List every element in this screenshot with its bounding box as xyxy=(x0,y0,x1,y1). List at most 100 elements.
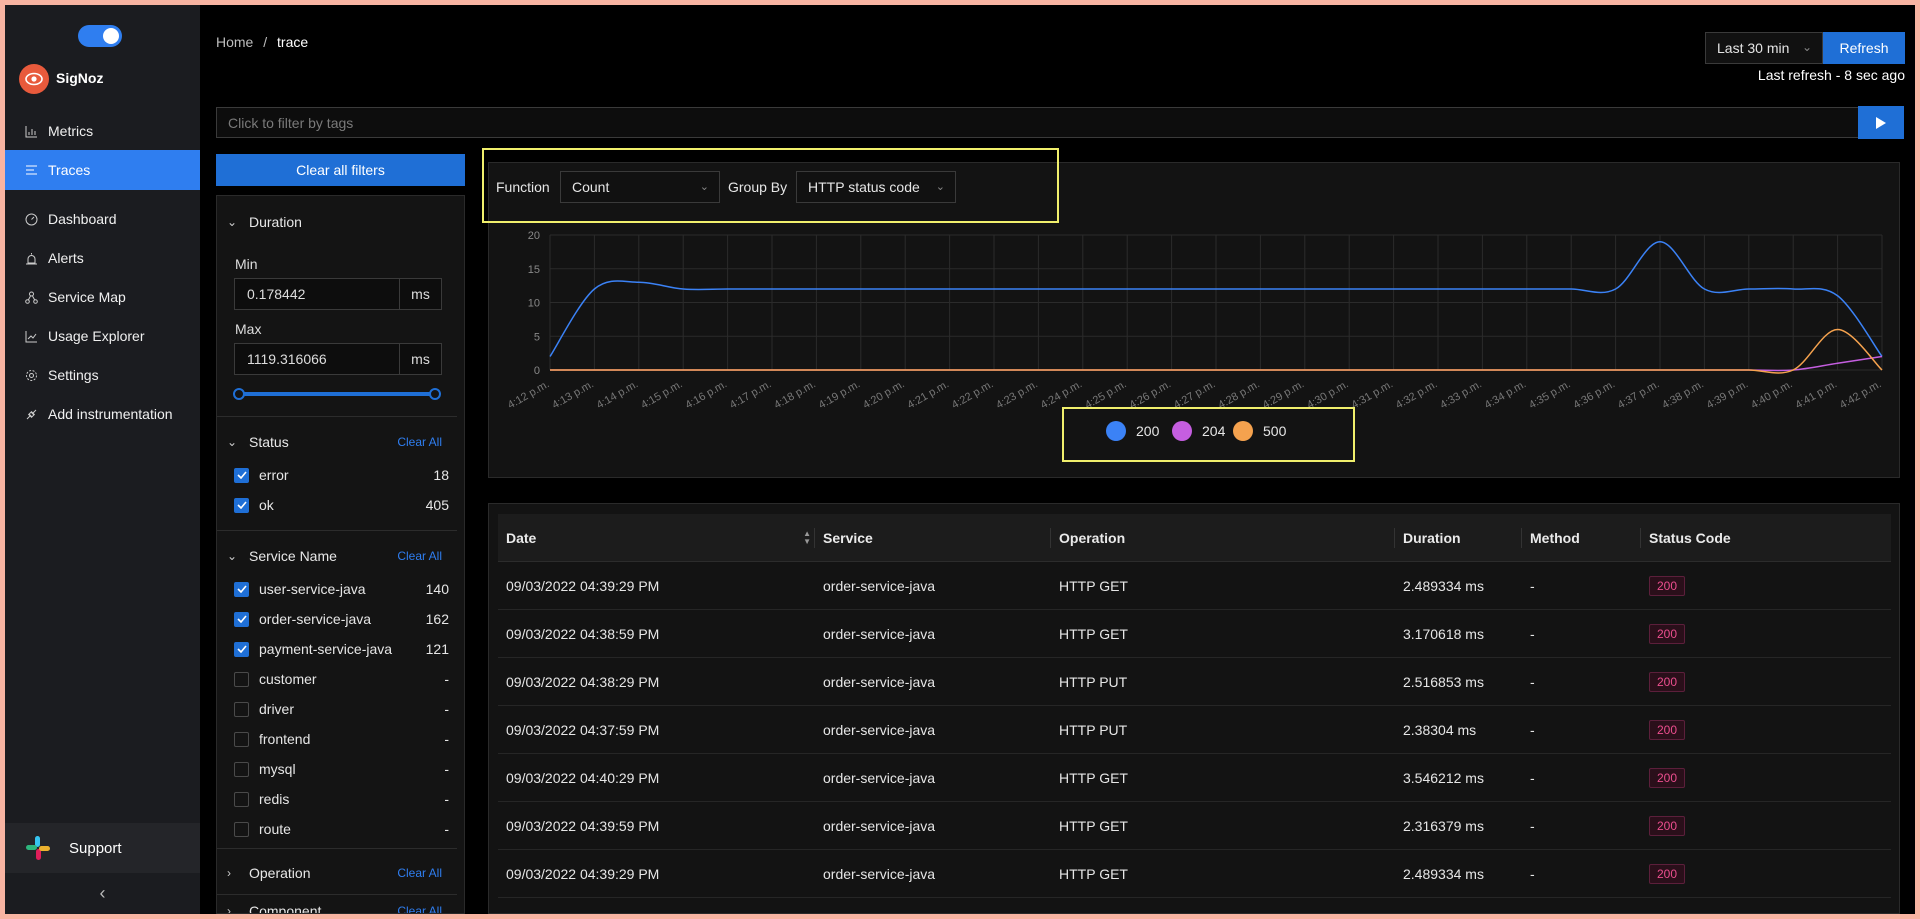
column-header-label: Method xyxy=(1530,530,1580,546)
cell-text: - xyxy=(1530,578,1535,594)
x-tick-label: 4:17 p.m. xyxy=(728,378,774,411)
column-header-label: Status Code xyxy=(1649,530,1731,546)
column-header-duration[interactable]: Duration xyxy=(1403,514,1461,562)
chevron-right-icon: › xyxy=(227,866,231,880)
table-row[interactable]: 09/03/2022 04:38:59 PM order-service-java… xyxy=(498,610,1891,658)
filter-option-count: - xyxy=(444,791,449,807)
checkbox[interactable] xyxy=(234,581,249,597)
alarm-icon xyxy=(24,251,38,265)
column-header-status-code[interactable]: Status Code xyxy=(1649,514,1731,562)
column-header-operation[interactable]: Operation xyxy=(1059,514,1125,562)
sidebar-item-settings[interactable]: Settings xyxy=(5,355,200,395)
table-row[interactable]: 09/03/2022 04:38:29 PM order-service-java… xyxy=(498,658,1891,706)
sidebar-item-traces[interactable]: Traces xyxy=(5,150,200,190)
clear-all-filters-button[interactable]: Clear all filters xyxy=(216,154,465,186)
x-tick-label: 4:38 p.m. xyxy=(1660,378,1706,411)
theme-toggle[interactable] xyxy=(78,25,122,47)
component-section-header[interactable]: › Component Clear All xyxy=(217,901,464,913)
table-row[interactable]: 09/03/2022 04:39:29 PM order-service-java… xyxy=(498,562,1891,610)
divider xyxy=(217,894,457,895)
cell-text: - xyxy=(1530,818,1535,834)
duration-slider-max-handle[interactable] xyxy=(429,388,441,400)
table-row[interactable]: 09/03/2022 04:40:29 PM order-service-java… xyxy=(498,754,1891,802)
filter-option[interactable]: error 18 xyxy=(234,465,449,485)
refresh-button[interactable]: Refresh xyxy=(1823,32,1905,64)
filter-option[interactable]: driver - xyxy=(234,699,449,719)
duration-slider[interactable] xyxy=(239,392,435,396)
table-cell: HTTP PUT xyxy=(1059,706,1127,754)
tag-filter-input[interactable]: Click to filter by tags xyxy=(216,107,1866,138)
filter-option[interactable]: mysql - xyxy=(234,759,449,779)
time-range-value: Last 30 min xyxy=(1717,40,1790,56)
service-name-section-header[interactable]: ⌄ Service Name Clear All xyxy=(217,546,464,566)
filter-option[interactable]: user-service-java 140 xyxy=(234,579,449,599)
filter-option[interactable]: payment-service-java 121 xyxy=(234,639,449,659)
operation-section-header[interactable]: › Operation Clear All xyxy=(217,863,464,883)
checkbox[interactable] xyxy=(234,731,249,747)
filter-option[interactable]: customer - xyxy=(234,669,449,689)
filter-option[interactable]: order-service-java 162 xyxy=(234,609,449,629)
component-clear-all-link[interactable]: Clear All xyxy=(397,904,442,913)
filter-option[interactable]: ok 405 xyxy=(234,495,449,515)
cell-text: HTTP PUT xyxy=(1059,722,1128,738)
sidebar-item-metrics[interactable]: Metrics xyxy=(5,111,200,151)
cell-text: 2.38304 ms xyxy=(1403,722,1477,738)
duration-slider-min-handle[interactable] xyxy=(233,388,245,400)
checkbox[interactable] xyxy=(234,611,249,627)
support-link[interactable]: Support xyxy=(5,823,200,873)
apply-filter-button[interactable] xyxy=(1858,106,1904,139)
table-cell: 09/03/2022 04:39:29 PM xyxy=(506,562,659,610)
filter-option-label: ok xyxy=(259,497,274,513)
max-duration-input[interactable]: 1119.316066 ms xyxy=(234,343,442,375)
checkbox[interactable] xyxy=(234,467,249,483)
table-cell: 09/03/2022 04:39:29 PM xyxy=(506,850,659,898)
sidebar-item-usage-explorer[interactable]: Usage Explorer xyxy=(5,316,200,356)
time-range-select[interactable]: Last 30 min ⌄ xyxy=(1705,32,1823,64)
cell-text: - xyxy=(1530,626,1535,642)
table-row[interactable]: 09/03/2022 04:39:59 PM order-service-java… xyxy=(498,802,1891,850)
cell-text: order-service-java xyxy=(823,722,936,738)
table-row[interactable]: 09/03/2022 04:37:59 PM order-service-java… xyxy=(498,706,1891,754)
filter-option[interactable]: redis - xyxy=(234,789,449,809)
breadcrumb-home[interactable]: Home xyxy=(216,34,253,50)
checkbox[interactable] xyxy=(234,497,249,513)
cell-text: 3.170618 ms xyxy=(1403,626,1484,642)
collapse-sidebar-icon[interactable]: ‹ xyxy=(5,873,200,913)
column-header-label: Duration xyxy=(1403,530,1461,546)
filter-option-count: 405 xyxy=(425,497,449,513)
cell-text: HTTP GET xyxy=(1059,866,1128,882)
sidebar-item-label: Traces xyxy=(48,162,91,178)
sidebar-item-service-map[interactable]: Service Map xyxy=(5,277,200,317)
chevron-down-icon: ⌄ xyxy=(227,435,238,449)
duration-section-header[interactable]: ⌄ Duration xyxy=(217,212,464,232)
status-badge: 200 xyxy=(1649,624,1686,644)
checkbox[interactable] xyxy=(234,641,249,657)
filter-option[interactable]: frontend - xyxy=(234,729,449,749)
brand-name[interactable]: SigNoz xyxy=(56,70,103,86)
sidebar-item-alerts[interactable]: Alerts xyxy=(5,238,200,278)
column-header-method[interactable]: Method xyxy=(1530,514,1580,562)
status-clear-all-link[interactable]: Clear All xyxy=(397,435,442,449)
checkbox[interactable] xyxy=(234,791,249,807)
filter-option-count: 140 xyxy=(425,581,449,597)
status-badge: 200 xyxy=(1649,768,1686,788)
checkbox[interactable] xyxy=(234,761,249,777)
status-section-header[interactable]: ⌄ Status Clear All xyxy=(217,432,464,452)
column-header-date[interactable]: Date ▲ ▼ xyxy=(506,514,811,562)
filter-option-label: redis xyxy=(259,791,290,807)
sidebar: SigNoz Metrics Traces Dashboard Alerts Servi… xyxy=(5,5,200,914)
checkbox[interactable] xyxy=(234,821,249,837)
x-tick-label: 4:21 p.m. xyxy=(905,378,951,411)
checkbox[interactable] xyxy=(234,671,249,687)
sidebar-item-add-instrumentation[interactable]: Add instrumentation xyxy=(5,394,200,434)
table-row[interactable]: 09/03/2022 04:39:29 PM order-service-java… xyxy=(498,850,1891,898)
column-header-service[interactable]: Service xyxy=(823,514,873,562)
operation-clear-all-link[interactable]: Clear All xyxy=(397,866,442,880)
service-name-clear-all-link[interactable]: Clear All xyxy=(397,549,442,563)
sidebar-item-dashboard[interactable]: Dashboard xyxy=(5,199,200,239)
checkbox[interactable] xyxy=(234,701,249,717)
min-duration-input[interactable]: 0.178442 ms xyxy=(234,278,442,310)
sort-icon[interactable]: ▲ ▼ xyxy=(803,530,811,546)
filter-option[interactable]: route - xyxy=(234,819,449,839)
x-tick-label: 4:16 p.m. xyxy=(683,378,729,411)
